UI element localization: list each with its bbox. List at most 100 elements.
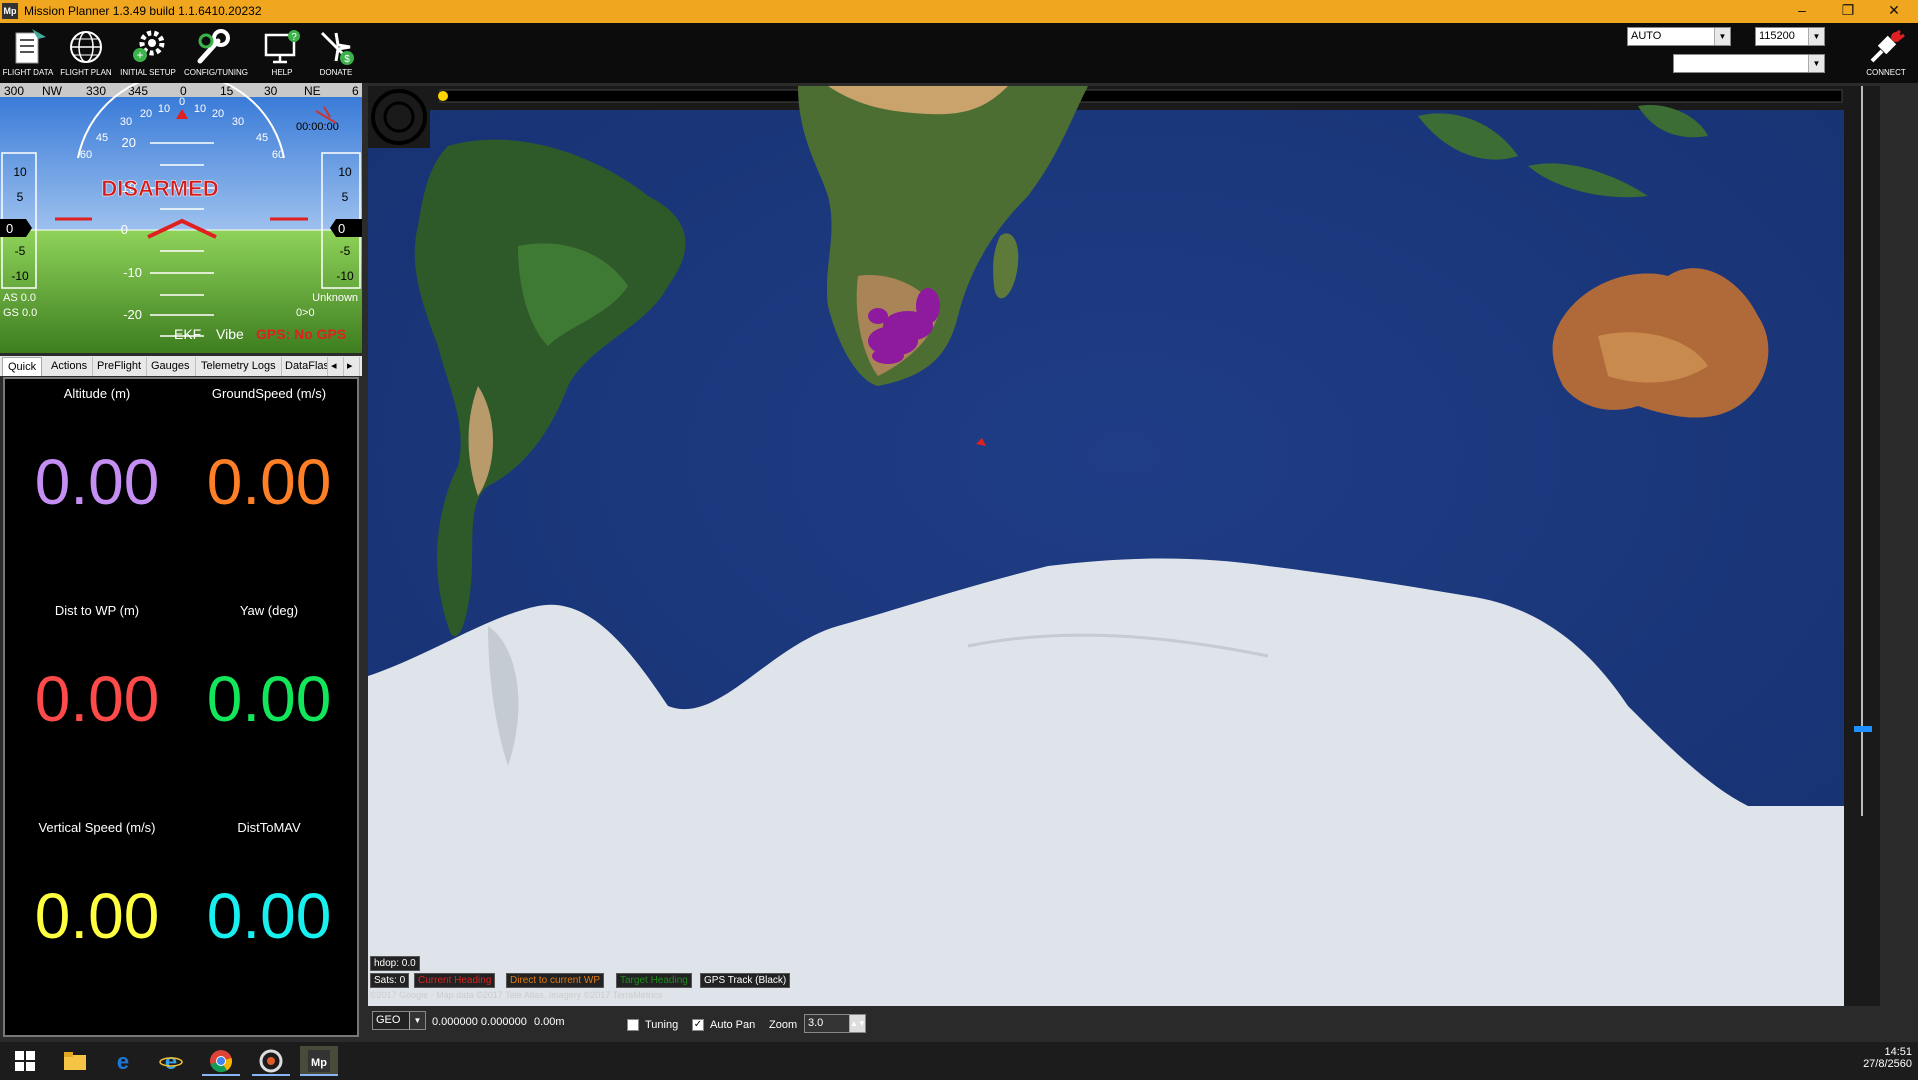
restore-button[interactable]: ❐ — [1826, 0, 1870, 23]
speed-tape-label: -10 — [11, 269, 29, 283]
profile-select[interactable]: ▼ — [1673, 54, 1825, 73]
config-tuning-button[interactable]: CONFIG/TUNING — [184, 25, 248, 81]
quick-cell-yaw[interactable]: Yaw (deg) 0.00 — [183, 603, 355, 736]
speed-tape-label: 10 — [13, 165, 27, 179]
gears-icon: + — [133, 30, 165, 62]
alt-tape-label: 10 — [338, 165, 352, 179]
clock-date: 27/8/2560 — [1863, 1058, 1912, 1070]
ekf-indicator[interactable]: EKF — [174, 326, 201, 342]
tab-scroll-left-icon[interactable]: ◂ — [330, 357, 344, 376]
port-select[interactable]: AUTO ▼ — [1627, 27, 1731, 46]
alt-tape-label: -5 — [340, 244, 351, 258]
quick-cell-dist-to-wp[interactable]: Dist to WP (m) 0.00 — [11, 603, 183, 736]
quick-value: 0.00 — [34, 663, 160, 735]
pitch-label: -20 — [123, 307, 142, 322]
initial-setup-label: INITIAL SETUP — [120, 68, 176, 77]
roll-label: 45 — [96, 132, 108, 144]
quick-value: 0.00 — [206, 663, 332, 735]
window-title: Mission Planner 1.3.49 build 1.1.6410.20… — [24, 4, 262, 18]
chrome-icon — [210, 1050, 233, 1073]
chevron-down-icon: ▼ — [409, 1012, 425, 1029]
close-button[interactable]: ✕ — [1872, 0, 1916, 23]
tab-quick[interactable]: Quick — [2, 357, 43, 376]
tab-preflight[interactable]: PreFlight — [92, 357, 148, 376]
compass-label: 300 — [4, 84, 24, 98]
app-icon: Mp — [2, 3, 18, 19]
quick-label: Yaw (deg) — [239, 603, 299, 618]
flight-mode: Unknown — [312, 292, 358, 304]
ie-button[interactable]: e — [152, 1046, 190, 1076]
flight-plan-button[interactable]: FLIGHT PLAN — [58, 25, 114, 81]
chrome-button[interactable] — [202, 1046, 240, 1076]
clock-time: 14:51 — [1884, 1046, 1912, 1058]
svg-text:?: ? — [291, 32, 297, 43]
system-clock[interactable]: 14:51 27/8/2560 — [1863, 1046, 1912, 1070]
pitch-label: 20 — [122, 135, 136, 150]
help-label: HELP — [271, 68, 293, 77]
port-value: AUTO — [1631, 30, 1662, 42]
quick-cell-groundspeed[interactable]: GroundSpeed (m/s) 0.00 — [183, 386, 355, 519]
waypoint-readout: 0>0 — [296, 307, 315, 319]
mission-planner-taskbar-button[interactable]: Mp — [300, 1046, 338, 1076]
edge-icon: e — [117, 1049, 129, 1074]
quick-value: 0.00 — [206, 446, 332, 518]
coord-system-select[interactable]: GEO ▼ — [372, 1011, 426, 1030]
roll-label: 45 — [256, 132, 268, 144]
zoom-value: 3.0 — [808, 1017, 824, 1029]
tab-telemetry-logs[interactable]: Telemetry Logs — [196, 357, 282, 376]
pitch-label: -10 — [123, 265, 142, 280]
svg-text:e: e — [165, 1049, 177, 1073]
sats-readout: Sats: 0 — [370, 973, 410, 988]
roll-label: 20 — [212, 108, 224, 120]
quick-cell-dist-to-mav[interactable]: DistToMAV 0.00 — [183, 820, 355, 953]
quick-value: 0.00 — [34, 880, 160, 952]
map-status-bar: GEO ▼ 0.000000 0.000000 0.00m Tuning ✓ A… — [368, 1006, 1918, 1042]
plug-icon — [1870, 29, 1905, 63]
vibe-indicator[interactable]: Vibe — [216, 326, 244, 342]
quick-label: GroundSpeed (m/s) — [211, 386, 327, 401]
alt-value: 0 — [338, 221, 345, 236]
app-button[interactable] — [252, 1046, 290, 1076]
legend-current-heading: Current Heading — [414, 973, 496, 988]
roll-label: 60 — [80, 149, 92, 161]
minimize-button[interactable]: – — [1780, 0, 1824, 23]
file-explorer-button[interactable] — [56, 1046, 94, 1076]
pitch-label: 0 — [121, 222, 128, 237]
quick-cell-vertical-speed[interactable]: Vertical Speed (m/s) 0.00 — [11, 820, 183, 953]
connect-button[interactable]: CONNECT — [1858, 25, 1914, 81]
initial-setup-button[interactable]: + INITIAL SETUP — [120, 25, 176, 81]
baud-value: 115200 — [1759, 30, 1795, 42]
quick-label: Dist to WP (m) — [54, 603, 140, 618]
roll-label: 30 — [120, 116, 132, 128]
flight-data-button[interactable]: FLIGHT DATA — [0, 25, 56, 81]
coord-system-value: GEO — [376, 1014, 401, 1026]
edge-button[interactable]: e — [104, 1046, 142, 1076]
help-button[interactable]: ? HELP — [254, 25, 310, 81]
tab-dataflash[interactable]: DataFlas — [280, 357, 328, 376]
svg-text:Mp: Mp — [311, 1057, 327, 1069]
arming-status: DISARMED — [101, 176, 218, 201]
quick-cell-altitude[interactable]: Altitude (m) 0.00 — [11, 386, 183, 519]
tuning-label: Tuning — [645, 1019, 679, 1031]
tab-actions[interactable]: Actions — [46, 357, 94, 376]
legend-target-heading: Target Heading — [616, 973, 692, 988]
map-view[interactable]: 0 — [368, 86, 1880, 1006]
tab-scroll-right-icon[interactable]: ▸ — [346, 357, 360, 376]
baud-select[interactable]: 115200 ▼ — [1755, 27, 1825, 46]
donate-label: DONATE — [319, 68, 353, 77]
satellite-map[interactable]: 0 — [368, 86, 1880, 1006]
tab-gauges[interactable]: Gauges — [146, 357, 196, 376]
roll-label: 10 — [194, 103, 206, 115]
start-button[interactable] — [6, 1046, 44, 1076]
compass-label: 30 — [264, 84, 278, 98]
donate-button[interactable]: $ DONATE — [308, 25, 364, 81]
quick-label: DistToMAV — [237, 820, 301, 835]
roll-label: 0 — [179, 96, 185, 108]
spin-arrows-icon[interactable]: ▲▼ — [849, 1015, 866, 1032]
roll-label: 30 — [232, 116, 244, 128]
gps-status: GPS: No GPS — [256, 326, 346, 342]
autopan-checkbox[interactable]: ✓ — [692, 1019, 704, 1031]
zoom-stepper[interactable]: 3.0 ▲▼ — [804, 1014, 866, 1033]
connect-label: CONNECT — [1866, 68, 1906, 77]
tuning-checkbox[interactable] — [627, 1019, 639, 1031]
